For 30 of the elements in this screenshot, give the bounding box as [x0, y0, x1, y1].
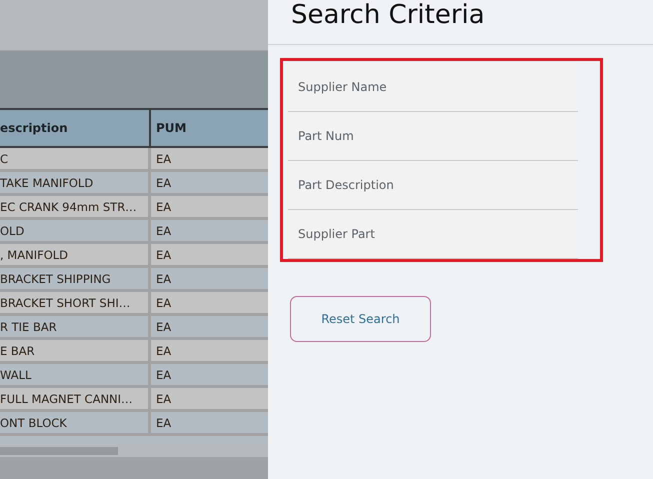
table-cell: EA: [151, 292, 268, 316]
table-cell: EA: [151, 412, 268, 436]
table-cell: EA: [151, 244, 268, 268]
column-header[interactable]: escription: [0, 108, 151, 148]
table-cell: EA: [151, 196, 268, 220]
panel-title: Search Criteria: [291, 0, 485, 30]
scrollbar[interactable]: [0, 445, 268, 457]
table-cell: EC CRANK 94mm STR…: [0, 196, 151, 220]
table-cell: EA: [151, 148, 268, 172]
table-cell: EA: [151, 172, 268, 196]
table-cell: E BAR: [0, 340, 151, 364]
table-cell: EA: [151, 316, 268, 340]
table-cell: , MANIFOLD: [0, 244, 151, 268]
table-cell: C: [0, 148, 151, 172]
table-cell: BRACKET SHORT SHI…: [0, 292, 151, 316]
table-cell: EA: [151, 388, 268, 412]
reset-search-button[interactable]: Reset Search: [290, 296, 431, 342]
table-cell: R TIE BAR: [0, 316, 151, 340]
table-cell: EA: [151, 268, 268, 292]
table-cell: WALL: [0, 364, 151, 388]
table-cell: EA: [151, 364, 268, 388]
table-cell: TAKE MANIFOLD: [0, 172, 151, 196]
table-cell: EA: [151, 220, 268, 244]
table-cell: ONT BLOCK: [0, 412, 151, 436]
table-cell: FULL MAGNET CANNI…: [0, 388, 151, 412]
table-cell: OLD: [0, 220, 151, 244]
column-header[interactable]: PUM: [151, 108, 268, 148]
table-cell: EA: [151, 340, 268, 364]
scrollbar-thumb[interactable]: [0, 447, 118, 455]
table-cell: BRACKET SHIPPING: [0, 268, 151, 292]
